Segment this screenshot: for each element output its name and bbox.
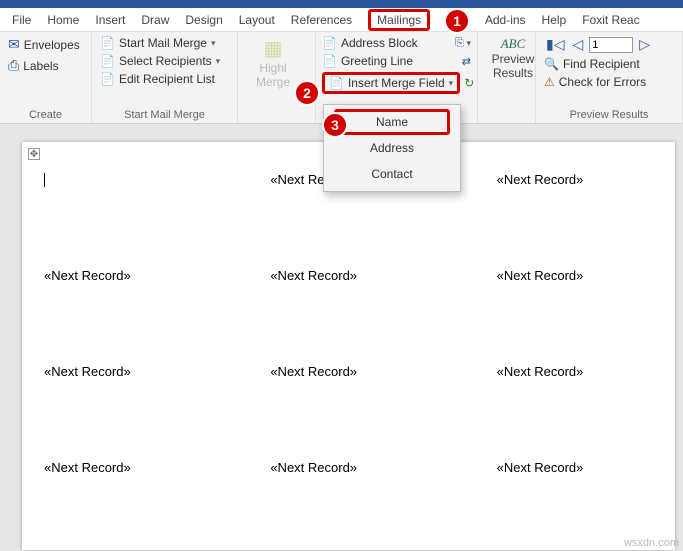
group-start-label: Start Mail Merge	[100, 107, 229, 121]
prev-record-button[interactable]: ◁	[570, 36, 585, 53]
preview-label-1: Preview	[492, 52, 535, 66]
merge-field-icon	[329, 76, 344, 90]
labels-label: Labels	[23, 59, 58, 73]
envelopes-label: Envelopes	[24, 38, 80, 52]
label-cell[interactable]: «Next Record»	[497, 458, 653, 546]
record-number-input[interactable]	[589, 37, 633, 53]
chevron-down-icon: ▾	[449, 78, 454, 89]
label-cell[interactable]	[44, 170, 200, 258]
next-record-button[interactable]: ▷	[637, 36, 652, 53]
menu-item-address[interactable]: Address	[324, 135, 460, 161]
label-cell[interactable]: «Next Record»	[44, 266, 200, 354]
document-page[interactable]: ✥ «Next Record» «Next Record» «Next Reco…	[22, 142, 675, 550]
group-create-label: Create	[8, 107, 83, 121]
group-preview-results-label: Preview Results	[544, 107, 674, 121]
insert-merge-field-label: Insert Merge Field	[348, 76, 445, 90]
first-record-button[interactable]: ▮◁	[544, 36, 566, 53]
group-preview: ABC Preview Results	[478, 32, 536, 123]
label-cell[interactable]: «Next Record»	[44, 362, 200, 450]
label-cell[interactable]: «Next Record»	[497, 362, 653, 450]
start-mail-merge-button[interactable]: Start Mail Merge	[100, 36, 229, 50]
tab-mailings[interactable]: Mailings	[360, 9, 438, 31]
group-create: Envelopes Labels Create	[0, 32, 92, 123]
tab-draw[interactable]: Draw	[133, 9, 177, 31]
group-preview-empty	[486, 119, 527, 121]
label-cell[interactable]: «Next Record»	[270, 458, 426, 546]
tab-foxit[interactable]: Foxit Reac	[574, 9, 647, 31]
check-errors-button[interactable]: ⚠ Check for Errors	[544, 75, 674, 89]
greeting-line-icon	[322, 54, 337, 68]
tab-insert[interactable]: Insert	[87, 9, 133, 31]
select-recipients-button[interactable]: Select Recipients	[100, 54, 229, 68]
callout-3: 3	[322, 112, 348, 138]
select-recipients-label: Select Recipients	[119, 54, 212, 68]
group-start-merge: Start Mail Merge Select Recipients Edit …	[92, 32, 238, 123]
highlight-icon: ▦	[264, 36, 283, 61]
highlight-label-2: Merge	[256, 75, 290, 89]
tab-add-ins[interactable]: Add-ins	[477, 9, 534, 31]
callout-2: 2	[294, 80, 320, 106]
watermark: wsxdn.com	[624, 537, 679, 549]
envelope-icon	[8, 36, 20, 53]
abc-icon: ABC	[501, 36, 526, 52]
group-highlight: ▦ Highl Merge	[238, 32, 316, 123]
menu-item-contact[interactable]: Contact	[324, 161, 460, 187]
record-navigation[interactable]: ▮◁ ◁ ▷	[544, 36, 674, 53]
highlight-label-1: Highl	[259, 61, 286, 75]
tab-file[interactable]: File	[4, 9, 39, 31]
tab-help[interactable]: Help	[534, 9, 575, 31]
ribbon-tabs: File Home Insert Draw Design Layout Refe…	[0, 8, 683, 32]
start-mail-merge-label: Start Mail Merge	[119, 36, 207, 50]
update-labels-icon[interactable]: ↻	[464, 76, 474, 90]
tab-references[interactable]: References	[283, 9, 360, 31]
greeting-line-label: Greeting Line	[341, 54, 413, 68]
document-icon	[100, 36, 115, 50]
envelopes-button[interactable]: Envelopes	[8, 36, 83, 53]
preview-label-2: Results	[493, 66, 533, 80]
greeting-line-button[interactable]: Greeting Line ⇄	[322, 54, 471, 68]
label-cell[interactable]: «Next Record»	[270, 266, 426, 354]
group-preview-results: ▮◁ ◁ ▷ 🔍 Find Recipient ⚠ Check for Erro…	[536, 32, 683, 123]
preview-results-button[interactable]: ABC Preview Results	[486, 36, 540, 80]
insert-merge-field-button[interactable]: Insert Merge Field ▾ ↻	[322, 72, 471, 94]
label-cell[interactable]: «Next Record»	[270, 362, 426, 450]
edit-list-icon	[100, 72, 115, 86]
find-recipient-label: Find Recipient	[563, 57, 640, 71]
labels-button[interactable]: Labels	[8, 57, 83, 74]
address-block-icon	[322, 36, 337, 50]
address-block-button[interactable]: Address Block ⎘	[322, 36, 471, 50]
check-icon: ⚠	[544, 75, 555, 89]
tab-mailings-label: Mailings	[368, 9, 430, 31]
menu-item-name[interactable]: Name	[334, 109, 450, 135]
label-grid: «Next Record» «Next Record» «Next Record…	[44, 170, 653, 546]
label-cell[interactable]: «Next Record»	[44, 458, 200, 546]
tab-layout[interactable]: Layout	[231, 9, 283, 31]
search-icon: 🔍	[544, 57, 559, 71]
label-icon	[8, 57, 19, 74]
tab-home[interactable]: Home	[39, 9, 87, 31]
rules-icon[interactable]: ⎘	[455, 37, 471, 50]
titlebar	[0, 0, 683, 8]
label-cell[interactable]: «Next Record»	[497, 170, 653, 258]
recipients-icon	[100, 54, 115, 68]
address-block-label: Address Block	[341, 36, 418, 50]
edit-recipient-list-button[interactable]: Edit Recipient List	[100, 72, 229, 86]
group-highlight-label	[246, 119, 307, 121]
highlight-merge-fields-button: ▦ Highl Merge	[246, 36, 300, 89]
label-cell[interactable]: «Next Record»	[497, 266, 653, 354]
callout-1: 1	[444, 8, 470, 34]
tab-design[interactable]: Design	[177, 9, 230, 31]
find-recipient-button[interactable]: 🔍 Find Recipient	[544, 57, 674, 71]
check-errors-label: Check for Errors	[559, 75, 646, 89]
match-fields-icon[interactable]: ⇄	[462, 55, 471, 68]
table-anchor-icon[interactable]: ✥	[28, 148, 40, 160]
edit-recipient-list-label: Edit Recipient List	[119, 72, 215, 86]
